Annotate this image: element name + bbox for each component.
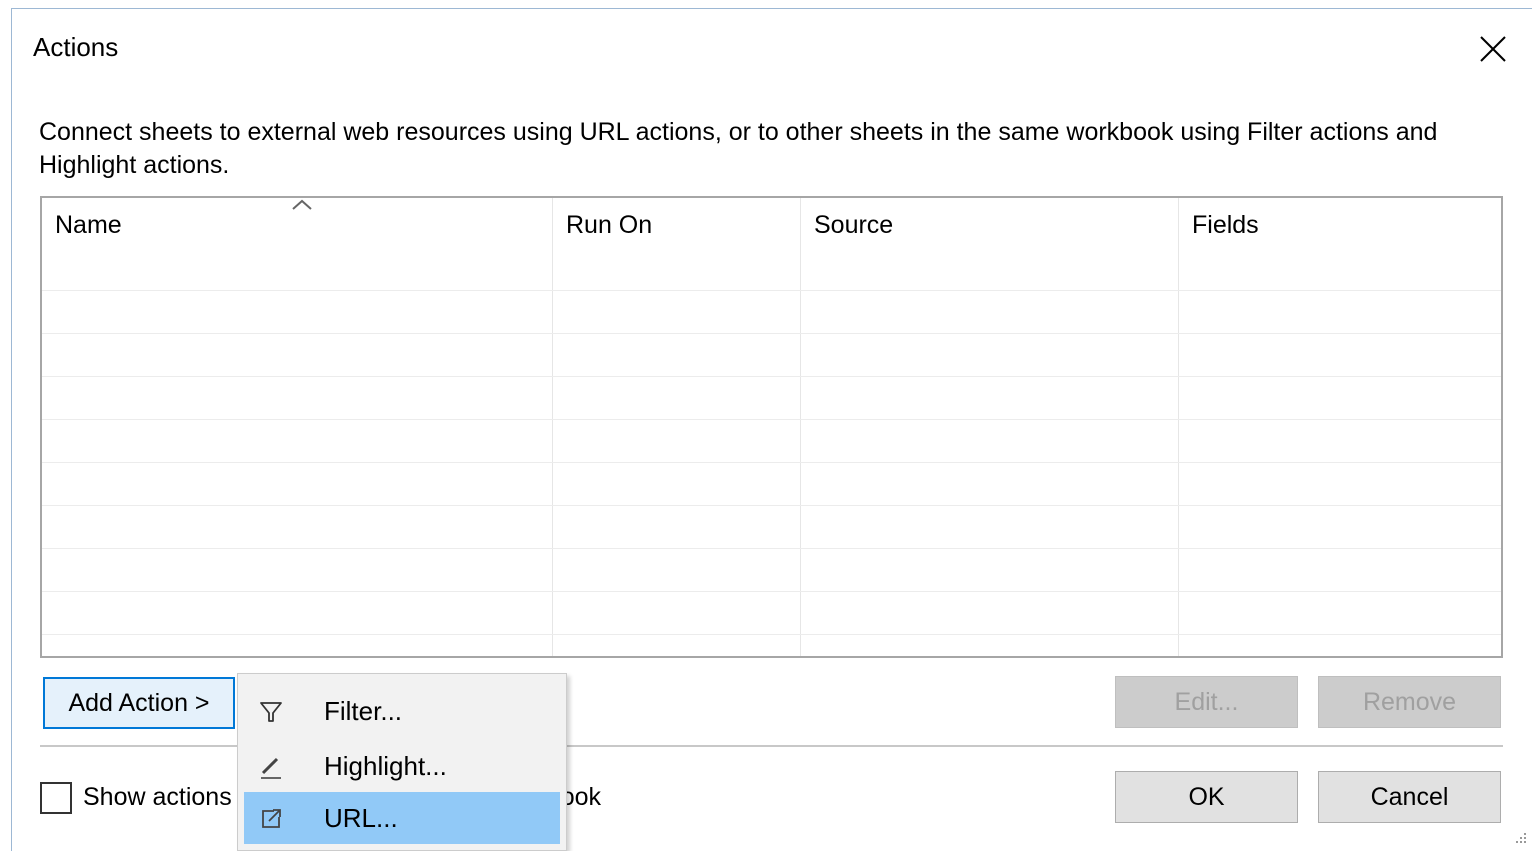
cancel-button[interactable]: Cancel xyxy=(1318,771,1501,823)
ok-button[interactable]: OK xyxy=(1115,771,1298,823)
close-button[interactable] xyxy=(1470,26,1516,72)
table-row-divider xyxy=(42,548,1501,549)
table-row-divider xyxy=(42,505,1501,506)
column-header-run-on[interactable]: Run On xyxy=(566,211,652,240)
column-separator[interactable] xyxy=(552,198,553,656)
column-header-fields[interactable]: Fields xyxy=(1192,211,1259,240)
actions-dialog: Actions Connect sheets to external web r… xyxy=(0,0,1532,851)
menu-item-highlight[interactable]: Highlight... xyxy=(244,740,560,792)
table-row-divider xyxy=(42,376,1501,377)
filter-icon xyxy=(256,697,286,727)
add-action-menu: Filter... Highlight... URL... xyxy=(237,673,567,851)
menu-item-url[interactable]: URL... xyxy=(244,792,560,844)
external-link-icon xyxy=(256,804,286,834)
highlight-pen-icon xyxy=(256,752,286,782)
actions-table[interactable]: Name Run On Source Fields xyxy=(40,196,1503,658)
close-icon xyxy=(1480,36,1506,62)
edit-button[interactable]: Edit... xyxy=(1115,676,1298,728)
dialog-title: Actions xyxy=(33,32,119,62)
add-action-button[interactable]: Add Action > xyxy=(43,677,235,729)
table-row-divider xyxy=(42,290,1501,291)
menu-item-filter[interactable]: Filter... xyxy=(244,685,560,737)
show-actions-checkbox[interactable] xyxy=(40,782,72,814)
table-row-divider xyxy=(42,419,1501,420)
dialog-description: Connect sheets to external web resources… xyxy=(39,118,1438,179)
column-header-name[interactable]: Name xyxy=(55,211,122,240)
table-row-divider xyxy=(42,462,1501,463)
sort-ascending-icon xyxy=(292,199,312,210)
column-separator[interactable] xyxy=(800,198,801,656)
table-row-divider xyxy=(42,591,1501,592)
menu-item-label: Filter... xyxy=(324,696,403,726)
show-actions-label-start: Show actions xyxy=(83,783,232,811)
table-row-divider xyxy=(42,333,1501,334)
column-separator[interactable] xyxy=(1178,198,1179,656)
table-row-divider xyxy=(42,634,1501,635)
column-header-source[interactable]: Source xyxy=(814,211,893,240)
menu-item-label: Highlight... xyxy=(324,751,447,781)
menu-item-label: URL... xyxy=(324,803,398,833)
remove-button[interactable]: Remove xyxy=(1318,676,1501,728)
resize-grip-icon[interactable] xyxy=(1510,829,1528,847)
